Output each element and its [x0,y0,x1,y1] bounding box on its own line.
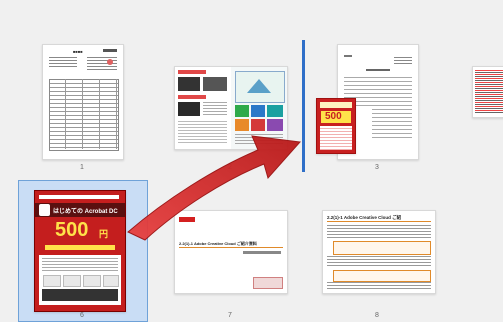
page6-price-box: 500 円 [41,219,119,243]
page6-panel-badge-1 [43,275,61,287]
page6-panel-badge-2 [63,275,81,287]
page1-stamp [107,59,113,65]
drag-ghost-price-box: 500 [321,111,351,123]
drag-ghost-price: 500 [325,111,342,122]
page6-price-unit: 円 [99,230,109,240]
page6-panel-footer [42,289,118,301]
page1-table-cols [49,79,117,149]
page2-tile-green [235,105,249,117]
page2-right-text [235,134,283,145]
page2-tile-blue [251,105,265,117]
page6-acrobat-logo [39,204,50,216]
page6-panel-badge-4 [103,275,119,287]
page-thumbnail-6[interactable]: はじめての Acrobat DC 500 円 [34,190,126,312]
drag-ghost-thumbnail: 500 [316,98,356,154]
page8-section-2 [327,256,431,268]
page2-left-image-3 [178,102,200,116]
page6-subline [45,245,115,250]
page-thumbnail-1[interactable]: ■■■■ [42,44,124,160]
page-number-2: 2 [228,164,232,171]
page2-tile-orange [235,119,249,131]
page8-section-3 [327,282,431,290]
page2-left-image-1 [178,77,200,91]
page3-header-right [394,57,412,65]
page1-logo [103,49,117,52]
page6-top-bar [39,195,119,199]
page-number-3: 3 [375,164,379,171]
page1-address-block [49,57,77,69]
page4-table [475,70,503,114]
page3-body-text-2 [372,109,412,139]
page2-diagram-shape [247,79,271,93]
page3-subject [366,69,390,71]
page6-panel-text [42,258,118,272]
drop-insertion-indicator [302,40,305,172]
page2-left-title-2 [178,95,206,99]
page-thumbnail-2[interactable] [174,66,288,150]
page8-box-2 [333,270,431,282]
page8-section-1 [327,225,431,239]
page7-logo [179,217,195,222]
page2-tile-purple [267,119,283,131]
page2-left-table [178,121,227,145]
page2-left-text [203,102,227,116]
page6-price: 500 [55,219,89,241]
drag-ghost-header [320,102,352,108]
drag-ghost-body [320,126,352,150]
page2-left-title [178,70,206,74]
page6-headline: はじめての Acrobat DC [53,209,118,215]
page-thumbnail-7[interactable]: 2.2(1)-1 Adobe Creative Cloud ご紹介資料 [174,210,288,294]
page1-header-text: ■■■■ [73,49,83,54]
page8-box-1 [333,241,431,255]
page7-date [243,251,281,254]
page6-white-panel [39,255,121,305]
page-number-1: 1 [80,164,84,171]
page2-tile-red [251,119,265,131]
page7-rule [179,247,283,248]
page-thumbnail-8[interactable]: 2.2(1)-1 Adobe Creative Cloud ご紹 [322,210,436,294]
page6-panel-badge-3 [83,275,101,287]
page3-header-left [344,55,352,57]
page-thumbnail-4[interactable] [472,66,503,118]
page2-left-image-2 [203,77,227,91]
page8-title-rule [327,221,431,222]
page2-right-panel [231,67,287,149]
page2-tile-teal [267,105,283,117]
page1-company-block [87,57,117,71]
page7-footer-logo [253,277,283,289]
page2-left-panel [175,67,230,149]
